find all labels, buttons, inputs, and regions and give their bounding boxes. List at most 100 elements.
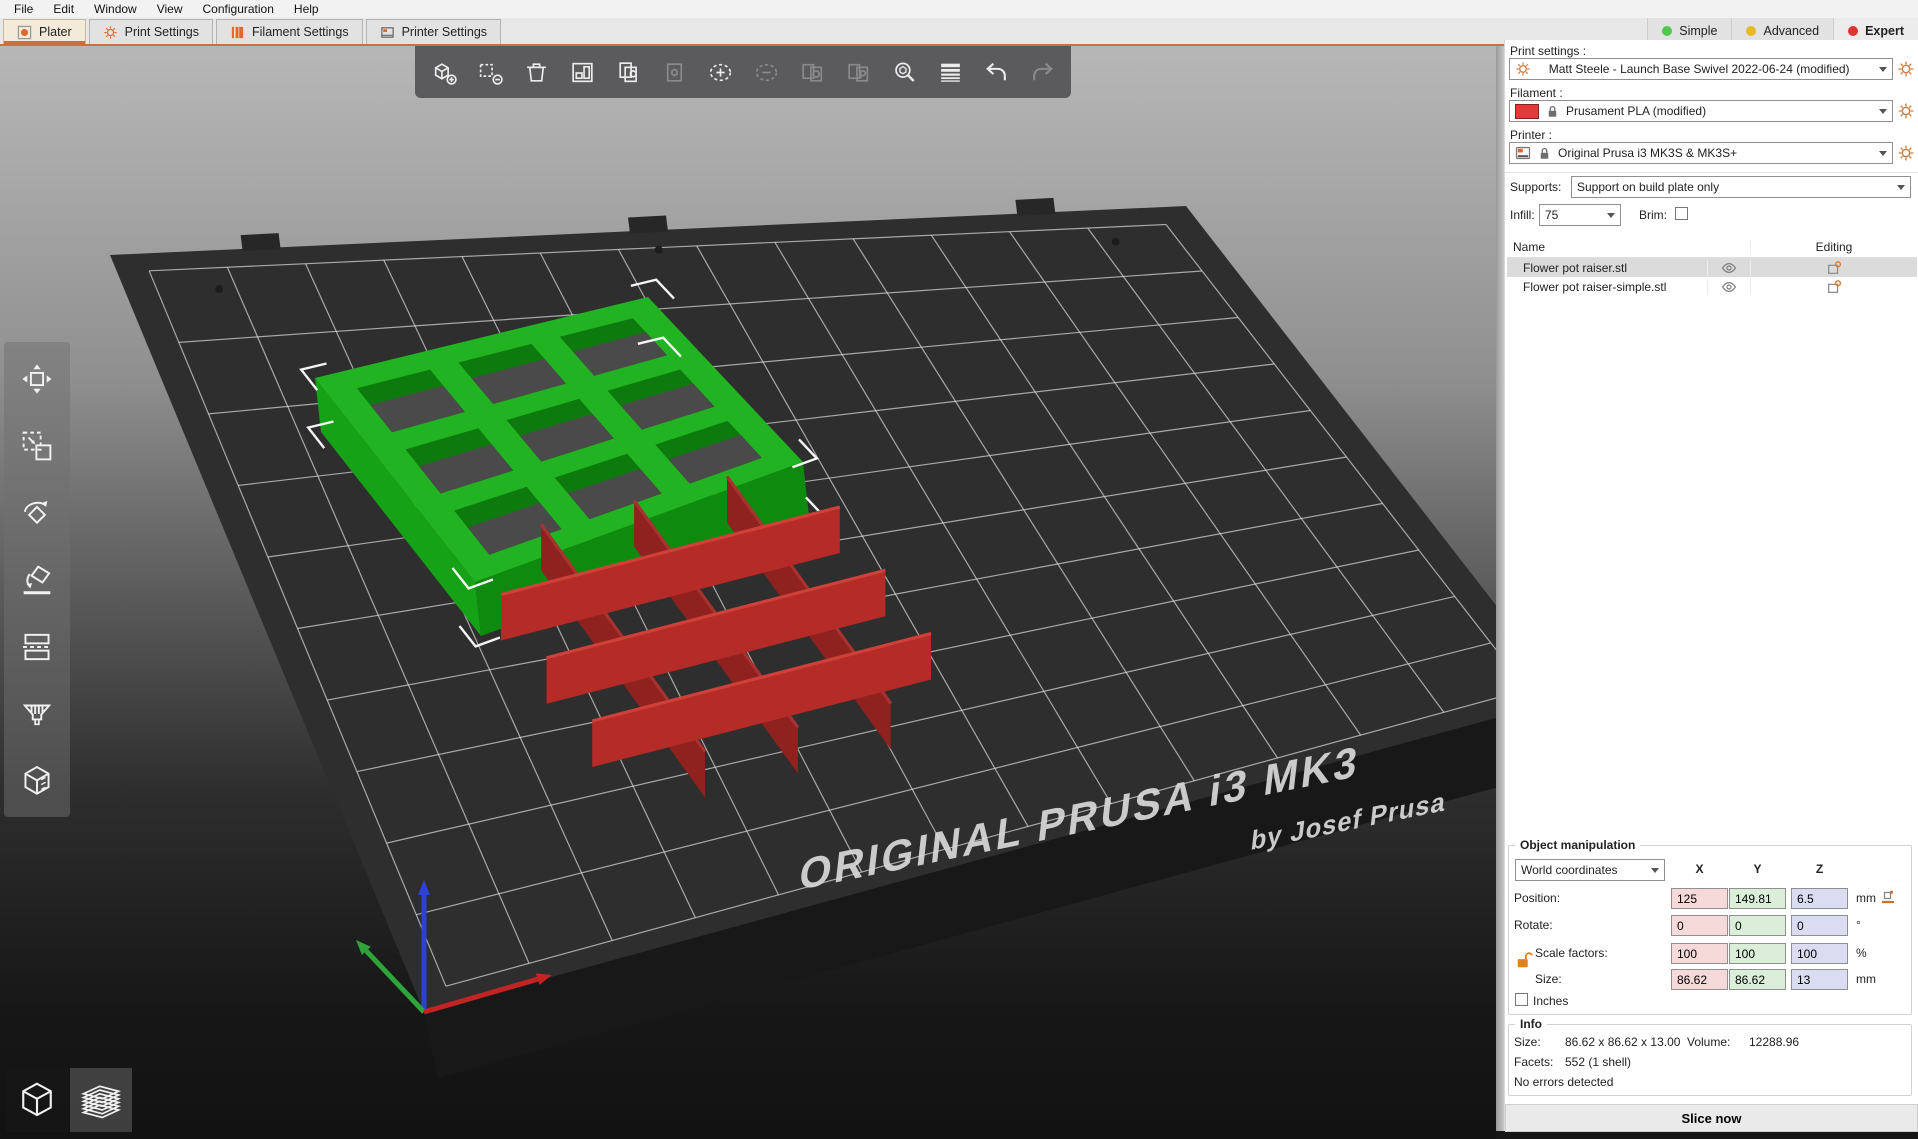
tab-plater[interactable]: Plater <box>3 19 86 44</box>
scale-y-input[interactable] <box>1729 943 1786 964</box>
position-z-input[interactable] <box>1791 888 1848 909</box>
eye-icon[interactable] <box>1721 279 1737 295</box>
info-group: Info Size: 86.62 x 86.62 x 13.00 Volume:… <box>1508 1024 1912 1096</box>
mode-advanced-label: Advanced <box>1763 24 1819 38</box>
place-on-face-tool-button[interactable] <box>4 546 70 613</box>
menu-view[interactable]: View <box>147 2 193 16</box>
cut-tool-button[interactable] <box>4 613 70 680</box>
seam-painting-tool-button[interactable] <box>4 747 70 814</box>
object-list: Name Editing Flower pot raiser.stl Flowe… <box>1507 236 1917 296</box>
edit-object-icon[interactable] <box>1826 260 1842 276</box>
uniform-scale-lock-icon[interactable] <box>1515 949 1535 971</box>
tab-printer-settings[interactable]: Printer Settings <box>366 19 501 44</box>
menu-window[interactable]: Window <box>84 2 147 16</box>
split-to-objects-icon <box>799 59 826 86</box>
split-to-parts-button <box>835 49 881 95</box>
size-z-input[interactable] <box>1791 969 1848 990</box>
position-x-input[interactable] <box>1671 888 1728 909</box>
drop-to-bed-icon[interactable] <box>1880 889 1896 905</box>
printer-combo[interactable]: Original Prusa i3 MK3S & MK3S+ <box>1509 142 1893 164</box>
rotate-x-input[interactable] <box>1671 915 1728 936</box>
inches-checkbox[interactable] <box>1515 993 1528 1006</box>
edit-print-settings-button[interactable] <box>1897 59 1917 79</box>
undo-button[interactable] <box>973 49 1019 95</box>
menu-file[interactable]: File <box>4 2 43 16</box>
delete-button[interactable] <box>467 49 513 95</box>
search-button[interactable] <box>881 49 927 95</box>
arrange-button[interactable] <box>559 49 605 95</box>
slice-now-button[interactable]: Slice now <box>1505 1104 1918 1132</box>
viewport-3d[interactable]: ORIGINAL PRUSA i3 MK3by Josef Prusa <box>0 46 1496 1139</box>
redo-icon <box>1029 59 1056 86</box>
variable-layer-height-button[interactable] <box>927 49 973 95</box>
scene-canvas: ORIGINAL PRUSA i3 MK3by Josef Prusa <box>0 46 1496 1139</box>
paint-on-supports-tool-button[interactable] <box>4 680 70 747</box>
undo-icon <box>983 59 1010 86</box>
size-x-input[interactable] <box>1671 969 1728 990</box>
scale-z-input[interactable] <box>1791 943 1848 964</box>
info-facets-value: 552 (1 shell) <box>1565 1055 1631 1069</box>
tab-print-settings[interactable]: Print Settings <box>89 19 213 44</box>
print-settings-label: Print settings : <box>1510 44 1586 58</box>
scale-x-input[interactable] <box>1671 943 1728 964</box>
filament-settings-icon <box>230 25 245 40</box>
sidebar: Print settings : Matt Steele - Launch Ba… <box>1504 40 1918 1131</box>
object-row-flower-pot-raiser-simple[interactable]: Flower pot raiser-simple.stl <box>1507 277 1917 296</box>
menu-bar: File Edit Window View Configuration Help <box>0 0 1918 18</box>
plater-icon <box>17 25 32 40</box>
delete-all-icon <box>523 59 550 86</box>
object-manipulation-title: Object manipulation <box>1515 838 1640 852</box>
coordinates-combo[interactable]: World coordinates <box>1515 859 1665 881</box>
delete-all-button[interactable] <box>513 49 559 95</box>
eye-icon[interactable] <box>1721 260 1737 276</box>
printer-label: Printer : <box>1510 128 1552 142</box>
edit-printer-button[interactable] <box>1897 143 1917 163</box>
print-settings-value: Matt Steele - Launch Base Swivel 2022-06… <box>1549 62 1850 76</box>
print-settings-combo[interactable]: Matt Steele - Launch Base Swivel 2022-06… <box>1509 58 1893 80</box>
preview-view-button[interactable] <box>70 1068 132 1132</box>
supports-label: Supports: <box>1510 180 1561 194</box>
infill-combo[interactable]: 75 <box>1539 204 1621 226</box>
filament-combo[interactable]: Prusament PLA (modified) <box>1509 100 1893 122</box>
view-toggles <box>6 1068 132 1132</box>
menu-configuration[interactable]: Configuration <box>193 2 284 16</box>
place-on-face-icon <box>20 563 54 597</box>
info-facets-label: Facets: <box>1514 1055 1553 1069</box>
printer-icon <box>1515 145 1531 161</box>
coordinates-value: World coordinates <box>1521 863 1618 877</box>
print-settings-icon <box>103 25 118 40</box>
add-object-icon <box>431 59 458 86</box>
add-object-button[interactable] <box>421 49 467 95</box>
scale-tool-button[interactable] <box>4 412 70 479</box>
mode-expert-label: Expert <box>1865 24 1904 38</box>
panel-separator <box>1496 46 1504 1139</box>
chevron-down-icon <box>1879 67 1887 72</box>
rotate-y-input[interactable] <box>1729 915 1786 936</box>
scale-unit: % <box>1856 946 1867 960</box>
tab-filament-settings[interactable]: Filament Settings <box>216 19 363 44</box>
edit-filament-button[interactable] <box>1897 101 1917 121</box>
rotate-z-input[interactable] <box>1791 915 1848 936</box>
edit-object-icon[interactable] <box>1826 279 1842 295</box>
name-column-header[interactable]: Name <box>1507 240 1707 254</box>
info-size-label: Size: <box>1514 1035 1541 1049</box>
move-tool-button[interactable] <box>4 345 70 412</box>
copy-button[interactable] <box>605 49 651 95</box>
position-y-input[interactable] <box>1729 888 1786 909</box>
add-instance-button[interactable] <box>697 49 743 95</box>
paste-icon <box>661 59 688 86</box>
object-row-flower-pot-raiser[interactable]: Flower pot raiser.stl <box>1507 258 1917 277</box>
size-y-input[interactable] <box>1729 969 1786 990</box>
menu-edit[interactable]: Edit <box>43 2 84 16</box>
brim-checkbox[interactable] <box>1675 207 1688 220</box>
rotate-unit: ° <box>1856 918 1861 932</box>
filament-value: Prusament PLA (modified) <box>1566 104 1706 118</box>
menu-help[interactable]: Help <box>284 2 329 16</box>
tab-plater-label: Plater <box>39 25 72 39</box>
expert-dot-icon <box>1848 26 1858 36</box>
rotate-tool-button[interactable] <box>4 479 70 546</box>
scale-factors-label: Scale factors: <box>1535 946 1608 960</box>
plater-toolbar <box>415 46 1071 98</box>
supports-combo[interactable]: Support on build plate only <box>1571 176 1911 198</box>
editor-view-button[interactable] <box>6 1068 68 1132</box>
